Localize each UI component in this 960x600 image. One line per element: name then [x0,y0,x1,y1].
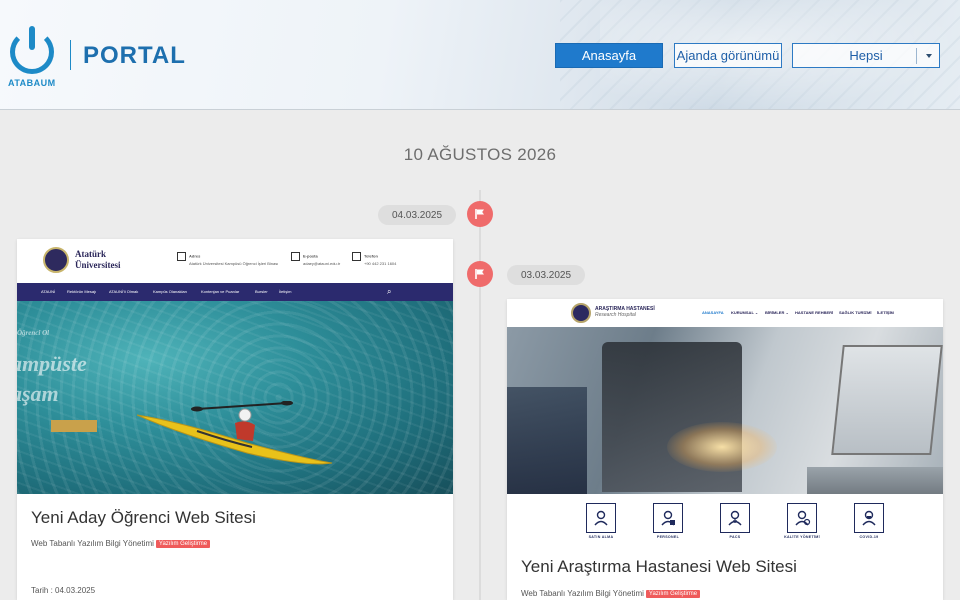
preview-nav-item: İletişim [279,289,292,294]
card-date: Tarih : 04.03.2025 [31,586,96,595]
phone-icon [352,252,361,261]
quality-icon [787,503,817,533]
preview-site-header: Atatürk Üniversitesi Adres Atatürk Üniver… [17,239,453,283]
timeline-date-badge: 04.03.2025 [378,205,457,225]
preview-site-header: ARAŞTIRMA HASTANESİ Research Hospital AN… [507,299,943,327]
preview-site-name: ARAŞTIRMA HASTANESİ Research Hospital [595,306,655,318]
search-icon: ⌕ [387,287,392,296]
card-category: Web Tabanlı Yazılım Bilgi Yönetimi Yazıl… [521,589,701,598]
category-text: Web Tabanlı Yazılım Bilgi Yönetimi [521,589,644,598]
hero-button [51,420,97,432]
filter-select[interactable]: Hepsi [792,43,940,68]
category-text: Web Tabanlı Yazılım Bilgi Yönetimi [31,539,154,548]
preview-nav-item: Rektörün Mesajı [67,289,97,294]
category-badge: Yazılım Geliştirme [645,589,701,598]
hero-text: ampüste [17,351,87,376]
preview-nav-item: İLETİŞİM [877,310,894,315]
flag-icon [467,201,493,227]
preview-nav-item: ATAUNİ [41,289,56,294]
quick-link-label: PERSONEL [656,535,680,539]
timeline-card[interactable]: ARAŞTIRMA HASTANESİ Research Hospital AN… [507,299,943,600]
preview-nav-item: ATAUNİ'li Olmak [109,289,139,294]
kayak-image [137,401,333,465]
card-title[interactable]: Yeni Araştırma Hastanesi Web Sitesi [521,557,797,577]
staff-icon [653,503,683,533]
logo-text: ATABAUM [8,78,56,88]
header: ATABAUM PORTAL Anasayfa Ajanda görünümü … [0,0,960,110]
timeline-date-heading: 10 AĞUSTOS 2026 [403,145,557,164]
power-icon-bar [29,26,35,50]
preview-email: E-posta adaey@atauni.edu.tr [291,252,340,266]
preview-nav-item: KURUMSAL ⌄ [731,310,759,315]
preview-quick-links: SATIN ALMA PERSONEL PACS KALİTE YÖNETİMİ… [507,499,943,547]
flag-icon [467,261,493,287]
preview-nav-item: Bursler [255,289,268,294]
logo-separator [70,40,71,70]
procurement-icon [586,503,616,533]
portal-title: PORTAL [83,42,186,69]
university-seal-icon [43,247,69,273]
preview-hero-image: Öğrenci Ol ampüste aşam [17,301,453,494]
laptop-image [807,467,943,494]
mail-icon [291,252,300,261]
hero-text: aşam [17,381,59,406]
quick-link-label: PACS [729,535,741,539]
quick-link-label: COVID-19 [859,535,879,539]
filter-select-value: Hepsi [849,48,883,63]
location-icon [177,252,186,261]
hospital-seal-icon [571,303,591,323]
preview-nav-item: Kontenjan ve Puanlar [201,289,240,294]
preview-phone: Telefon +90 442 231 1604 [352,252,396,266]
card-category: Web Tabanlı Yazılım Bilgi Yönetimi Yazıl… [31,539,211,548]
hero-kicker: Öğrenci Ol [17,329,50,337]
pacs-icon [720,503,750,533]
monitor-image [831,345,943,455]
preview-nav-item: BİRİMLER ⌄ [765,310,789,315]
preview-nav-item: SAĞLIK TURİZMİ [839,310,872,315]
covid-icon [854,503,884,533]
quick-link-label: SATIN ALMA [588,535,614,539]
category-badge: Yazılım Geliştirme [155,539,211,548]
timeline-line [479,190,481,600]
atabaum-logo[interactable]: ATABAUM [8,26,58,90]
preview-nav-item: HASTANE REHBERİ [795,310,834,315]
hero-person [507,387,587,494]
timeline-card[interactable]: Atatürk Üniversitesi Adres Atatürk Üniver… [17,239,453,600]
preview-nav-item: Kampüs Olanakları [153,289,188,294]
preview-address: Adres Atatürk Üniversitesi Kampüsü Öğrenc… [177,252,278,266]
light-glow [667,422,777,472]
card-title[interactable]: Yeni Aday Öğrenci Web Sitesi [31,508,256,528]
timeline-date-badge: 03.03.2025 [507,265,586,285]
agenda-view-button[interactable]: Ajanda görünümü [674,43,782,68]
preview-nav: ATAUNİ Rektörün Mesajı ATAUNİ'li Olmak K… [17,283,453,301]
preview-nav-item: ANASAYFA [702,310,724,315]
preview-site-name: Atatürk Üniversitesi [75,249,121,270]
chevron-down-icon [926,54,932,58]
preview-hero-image [507,327,943,494]
quick-link-label: KALİTE YÖNETİMİ [784,535,820,539]
select-divider [916,48,917,64]
home-button[interactable]: Anasayfa [555,43,663,68]
